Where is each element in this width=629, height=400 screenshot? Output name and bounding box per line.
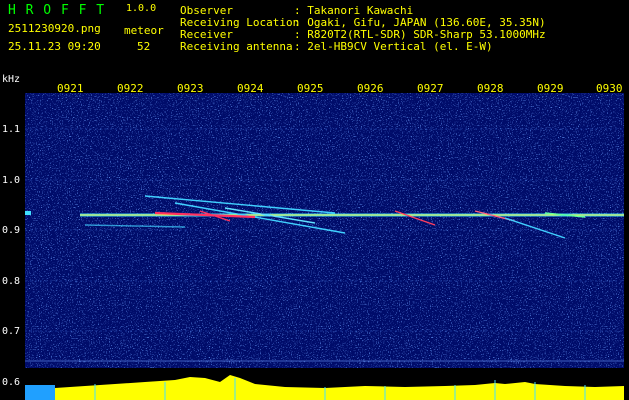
y-tick-0.9: 0.9 [2,225,21,236]
spectrogram-svg [25,93,624,368]
signal-level-graph [25,368,624,400]
y-tick-1.0: 1.0 [2,175,21,186]
meteor-count: 52 [137,40,151,53]
info-receiver-label: Receiver [180,28,233,41]
info-observer-value: : Takanori Kawachi [294,4,414,17]
date-time: 25.11.23 09:20 [8,40,101,53]
info-location-label: Receiving Location [180,16,300,29]
logo-version: 1.0.0 [126,3,157,14]
file-name: 2511230920.png [8,22,101,35]
logo-text: H R O F F T [8,3,106,18]
hroft-window: H R O F F T 1.0.0 2511230920.png meteor … [0,0,629,400]
info-antenna-label: Receiving antenna [180,40,293,53]
signal-level-svg [25,375,624,400]
y-tick-0.8: 0.8 [2,276,21,287]
y-tick-1.1: 1.1 [2,124,21,135]
info-receiver-value: : R820T2(RTL-SDR) SDR-Sharp 53.1000MHz [294,28,546,41]
spectrogram [25,93,624,368]
y-axis-unit: kHz [2,74,21,85]
y-tick-0.6: 0.6 [2,377,21,388]
meteor-label: meteor [124,24,164,37]
info-location-value: : Ogaki, Gifu, JAPAN (136.60E, 35.35N) [294,16,546,29]
info-antenna-value: : 2el-HB9CV Vertical (el. E-W) [294,40,493,53]
info-observer-label: Observer [180,4,233,17]
y-tick-0.7: 0.7 [2,326,21,337]
